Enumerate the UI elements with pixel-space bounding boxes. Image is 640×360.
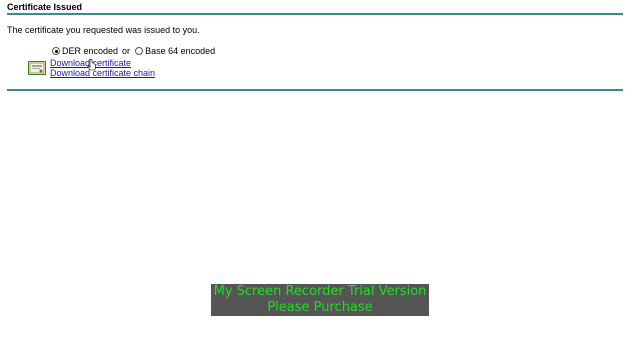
base64-encoded-label[interactable]: Base 64 encoded [145, 46, 215, 56]
recorder-watermark: My Screen Recorder Trial Version Please … [211, 284, 429, 316]
mouse-cursor-icon [87, 58, 96, 71]
watermark-line-2: Please Purchase [267, 300, 373, 315]
download-links: Download certificate Download certificat… [50, 58, 155, 78]
issued-message: The certificate you requested was issued… [7, 25, 200, 35]
certificate-issued-page: Certificate Issued The certificate you r… [0, 0, 640, 360]
page-title: Certificate Issued [7, 2, 83, 12]
base64-encoded-radio[interactable] [135, 47, 144, 55]
download-certificate-chain-link[interactable]: Download certificate chain [50, 68, 155, 78]
encoding-separator: or [122, 46, 131, 56]
der-encoded-label[interactable]: DER encoded [62, 46, 118, 56]
download-certificate-link[interactable]: Download certificate [50, 58, 155, 68]
certificate-icon [28, 61, 46, 75]
footer-divider [7, 89, 623, 91]
encoding-options: DER encoded or Base 64 encoded [52, 46, 215, 56]
header-divider [7, 13, 623, 15]
watermark-line-1: My Screen Recorder Trial Version [213, 284, 427, 299]
der-encoded-radio[interactable] [52, 47, 60, 55]
